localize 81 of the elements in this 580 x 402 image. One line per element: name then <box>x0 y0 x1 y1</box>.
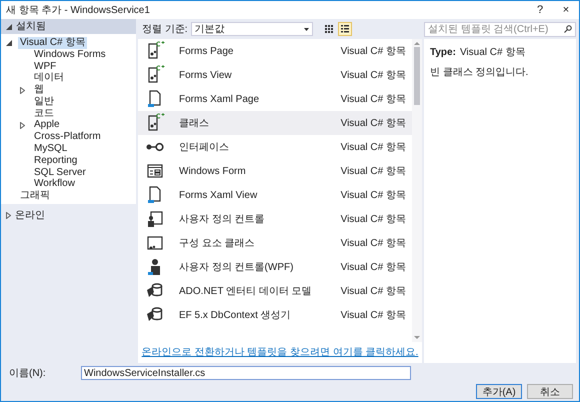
collapsed-arrow-icon[interactable] <box>20 86 25 94</box>
grid-icon <box>324 25 333 33</box>
template-name: 클래스 <box>179 116 210 130</box>
description-text: 빈 클래스 정의입니다. <box>430 66 530 80</box>
template-name: Forms Xaml Page <box>179 92 260 106</box>
template-category: Visual C# 항목 <box>340 212 406 226</box>
template-row[interactable]: Windows Form Visual C# 항목 <box>138 159 412 183</box>
installed-header[interactable]: 설치됨 <box>1 19 136 34</box>
type-value: Visual C# 항목 <box>460 46 526 60</box>
expanded-arrow-icon[interactable] <box>6 24 12 30</box>
list-view-button[interactable] <box>338 22 352 36</box>
template-row[interactable]: 사용자 정의 컨트롤 Visual C# 항목 <box>138 207 412 231</box>
template-category: Visual C# 항목 <box>340 260 406 274</box>
tree-item[interactable]: 웹 <box>32 84 46 96</box>
name-label: 이름(N): <box>9 366 47 380</box>
expanded-arrow-icon[interactable] <box>6 40 12 46</box>
tree-item[interactable]: 그래픽 <box>18 190 52 202</box>
name-field[interactable]: WindowsServiceInstaller.cs <box>81 366 411 380</box>
template-category: Visual C# 항목 <box>340 164 406 178</box>
tree-item[interactable]: 일반 <box>32 96 56 108</box>
template-name: Forms View <box>179 68 233 82</box>
template-category: Visual C# 항목 <box>340 44 406 58</box>
template-name: 인터페이스 <box>179 140 230 154</box>
template-row[interactable]: Forms Xaml Page Visual C# 항목 <box>138 87 412 111</box>
template-category: Visual C# 항목 <box>340 116 406 130</box>
help-button[interactable]: ? <box>527 1 553 19</box>
search-field[interactable]: 설치된 템플릿 검색(Ctrl+E) <box>424 22 576 36</box>
dialog-button[interactable]: 취소 <box>527 384 573 399</box>
scroll-down-icon[interactable] <box>414 334 420 342</box>
template-row[interactable]: EF 5.x DbContext 생성기 Visual C# 항목 <box>138 303 412 327</box>
template-name: Forms Page <box>179 44 234 58</box>
template-category: Visual C# 항목 <box>340 140 406 154</box>
dialog-button[interactable]: 추가(A) <box>476 384 522 399</box>
tree-item[interactable]: MySQL <box>32 143 70 156</box>
template-category: Visual C# 항목 <box>340 92 406 106</box>
close-button[interactable]: × <box>553 1 579 19</box>
template-category: Visual C# 항목 <box>340 284 406 298</box>
online-link[interactable]: 온라인으로 전환하거나 템플릿을 찾으려면 여기를 클릭하세요. <box>142 344 418 360</box>
template-row[interactable]: ADO.NET 엔터티 데이터 모델 Visual C# 항목 <box>138 279 412 303</box>
template-row[interactable]: 구성 요소 클래스 Visual C# 항목 <box>138 231 412 255</box>
scroll-thumb[interactable] <box>414 47 420 105</box>
template-row[interactable]: 인터페이스 Visual C# 항목 <box>138 135 412 159</box>
tree-item[interactable]: Cross-Platform <box>32 131 103 144</box>
template-name: Forms Xaml View <box>179 188 258 202</box>
tree-item[interactable]: WPF <box>32 60 58 72</box>
scroll-up-icon[interactable] <box>414 39 420 47</box>
online-header[interactable]: 온라인 <box>1 206 136 224</box>
tree-item[interactable]: Windows Forms <box>32 48 108 61</box>
tree-item[interactable]: 코드 <box>32 108 56 120</box>
tree-item[interactable]: 데이터 <box>32 72 66 84</box>
template-category: Visual C# 항목 <box>340 236 406 250</box>
sort-dropdown[interactable]: 기본값 <box>190 22 313 36</box>
template-row[interactable]: Forms Xaml View Visual C# 항목 <box>138 183 412 207</box>
type-label: Type: <box>430 46 456 60</box>
template-name: EF 5.x DbContext 생성기 <box>179 308 292 322</box>
tree-item[interactable]: Apple <box>32 119 62 132</box>
collapsed-arrow-icon[interactable] <box>6 212 11 218</box>
collapsed-arrow-icon[interactable] <box>20 122 25 129</box>
search-icon[interactable] <box>564 25 572 33</box>
scrollbar[interactable] <box>412 39 422 342</box>
sort-label: 정렬 기준: <box>142 22 188 36</box>
tree-item[interactable]: Visual C# 항목 <box>18 36 88 49</box>
template-name: 사용자 정의 컨트롤 <box>179 212 266 226</box>
list-icon <box>340 25 349 33</box>
window-title: 새 항목 추가 - WindowsService1 <box>6 4 151 18</box>
user-control-icon <box>145 209 165 229</box>
tree-item[interactable]: Workflow <box>32 178 77 190</box>
template-row[interactable]: Forms View Visual C# 항목 <box>138 63 412 87</box>
template-name: ADO.NET 엔터티 데이터 모델 <box>179 284 313 298</box>
template-category: Visual C# 항목 <box>340 68 406 82</box>
dropdown-caret-icon <box>304 28 309 30</box>
tree-item[interactable]: Reporting <box>32 154 80 167</box>
template-name: 사용자 정의 컨트롤(WPF) <box>179 260 294 274</box>
template-name: Windows Form <box>179 164 247 178</box>
template-row[interactable]: 사용자 정의 컨트롤(WPF) Visual C# 항목 <box>138 255 412 279</box>
template-category: Visual C# 항목 <box>340 188 406 202</box>
tree-item[interactable]: SQL Server <box>32 166 88 179</box>
template-category: Visual C# 항목 <box>340 308 406 322</box>
template-row[interactable]: Forms Page Visual C# 항목 <box>138 39 412 63</box>
template-name: 구성 요소 클래스 <box>179 236 256 250</box>
template-row[interactable]: 클래스 Visual C# 항목 <box>138 111 412 135</box>
